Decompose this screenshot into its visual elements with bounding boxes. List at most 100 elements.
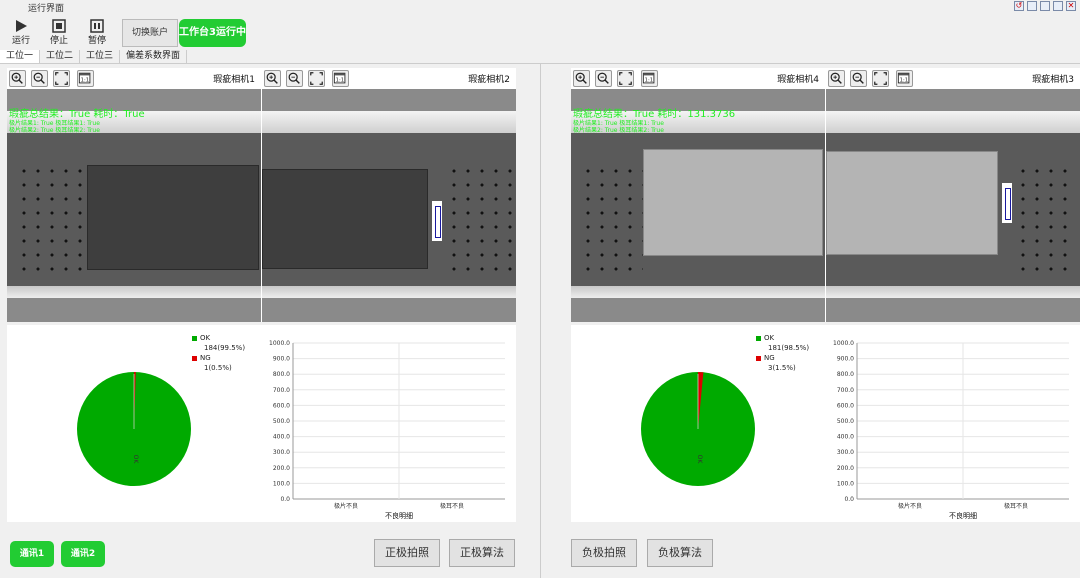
y-tick-label: 400.0	[273, 434, 290, 441]
svg-text:1:1: 1:1	[336, 78, 345, 84]
window-title: 运行界面	[28, 4, 65, 14]
y-tick-label: 1000.0	[269, 340, 290, 347]
y-tick-label: 100.0	[837, 480, 854, 487]
y-tick-label: 100.0	[273, 480, 290, 487]
tab-station-3[interactable]: 工位三	[80, 50, 121, 63]
y-tick-label: 300.0	[273, 449, 290, 456]
y-tick-label: 700.0	[273, 387, 290, 394]
status-badge: 工作台3运行中	[179, 19, 246, 47]
title-bar: 运行界面 ↺ ✕	[0, 0, 1080, 14]
camera-view-2: 1:1 瑕疵相机2	[262, 68, 516, 322]
pause-button[interactable]: 暂停	[79, 17, 115, 49]
fit-icon[interactable]	[872, 70, 889, 87]
camera-view-3: 1:1 瑕疵相机3	[826, 68, 1080, 322]
y-tick-label: 1000.0	[833, 340, 854, 347]
pie-center-label: OK	[132, 455, 139, 465]
x-tick-label: 极耳不良	[440, 502, 464, 510]
run-label: 运行	[11, 36, 30, 46]
stats-panel-left: OK184(99.5%) NG1(0.5%) OK 0.0 100.0 200.0 3…	[7, 325, 516, 522]
overlay-result-2: 极片结果2: True 极耳结果2: True	[573, 127, 664, 134]
tab-station-2[interactable]: 工位二	[40, 50, 81, 63]
restore-icon[interactable]: ↺	[1014, 1, 1024, 11]
zoom-out-icon[interactable]	[850, 70, 867, 87]
y-tick-label: 900.0	[273, 356, 290, 363]
overlay-total: 瑕疵总结果：True 耗时：131.3736	[573, 109, 736, 120]
panel-divider	[540, 64, 541, 578]
zoom-in-icon[interactable]	[9, 70, 26, 87]
yield-pie-right: OK181(98.5%) NG3(1.5%) OK	[571, 325, 825, 522]
save-icon[interactable]	[1027, 1, 1037, 11]
x-tick-label: 极耳不良	[1004, 502, 1028, 510]
zoom-in-icon[interactable]	[573, 70, 590, 87]
y-tick-label: 700.0	[837, 387, 854, 394]
fit-icon[interactable]	[53, 70, 70, 87]
camera-name: 瑕疵相机1	[213, 75, 255, 85]
camera-name: 瑕疵相机4	[777, 75, 819, 85]
stats-panel-right: OK181(98.5%) NG3(1.5%) OK 0.0 100.0 200.0 3…	[571, 325, 1080, 522]
y-tick-label: 600.0	[837, 402, 854, 409]
overlay-result-1: 极片结果1: True 极耳结果1: True	[573, 120, 664, 127]
run-button[interactable]: 运行	[3, 17, 39, 49]
yield-pie-left: OK184(99.5%) NG1(0.5%) OK	[7, 325, 261, 522]
y-tick-label: 800.0	[273, 371, 290, 378]
zoom-in-icon[interactable]	[828, 70, 845, 87]
close-icon[interactable]: ✕	[1066, 1, 1076, 11]
camera-view-1: 1:1 瑕疵相机1 瑕疵总结果：True 耗时：True 极片结果1: True…	[7, 68, 261, 322]
camera-name: 瑕疵相机3	[1032, 75, 1074, 85]
zoom-out-icon[interactable]	[286, 70, 303, 87]
bar-chart: 0.0 100.0 200.0 300.0 400.0 500.0 600.0 700.0 80…	[833, 340, 1069, 520]
zoom-out-icon[interactable]	[31, 70, 48, 87]
y-tick-label: 600.0	[273, 402, 290, 409]
actual-size-icon[interactable]: 1:1	[641, 70, 658, 87]
y-tick-label: 0.0	[844, 496, 854, 503]
camera-header: 1:1 瑕疵相机3	[826, 68, 1080, 89]
camera-panel-right: 1:1 瑕疵相机4 瑕疵总结果：True 耗时：131.3736 极片结果1: …	[571, 68, 1080, 322]
actual-size-icon[interactable]: 1:1	[896, 70, 913, 87]
inspection-overlay: 瑕疵总结果：True 耗时：True 极片结果1: True 极耳结果1: Tr…	[9, 109, 145, 135]
y-tick-label: 300.0	[837, 449, 854, 456]
comm2-button[interactable]: 通讯2	[61, 541, 105, 567]
bar-chart: 0.0 100.0 200.0 300.0 400.0 500.0 600.0 700.0 80…	[269, 340, 505, 520]
camera-header: 1:1 瑕疵相机2	[262, 68, 516, 89]
y-tick-label: 500.0	[273, 418, 290, 425]
station-tabs: 工位一 工位二 工位三 偏差系数界面	[0, 50, 188, 63]
stop-icon	[52, 19, 66, 33]
maximize-icon[interactable]	[1053, 1, 1063, 11]
actual-size-icon[interactable]: 1:1	[77, 70, 94, 87]
positive-algorithm-button[interactable]: 正极算法	[449, 539, 515, 567]
comm1-button[interactable]: 通讯1	[10, 541, 54, 567]
fit-icon[interactable]	[617, 70, 634, 87]
tab-deviation[interactable]: 偏差系数界面	[120, 50, 188, 63]
camera-image: 瑕疵总结果：True 耗时：True 极片结果1: True 极耳结果1: Tr…	[7, 89, 261, 322]
negative-algorithm-button[interactable]: 负极算法	[647, 539, 713, 567]
tab-station-1[interactable]: 工位一	[0, 50, 41, 63]
minimize-icon[interactable]	[1040, 1, 1050, 11]
y-tick-label: 900.0	[837, 356, 854, 363]
y-tick-label: 800.0	[837, 371, 854, 378]
overlay-total: 瑕疵总结果：True 耗时：True	[9, 109, 145, 120]
positive-photo-button[interactable]: 正极拍照	[374, 539, 440, 567]
svg-text:1:1: 1:1	[900, 78, 909, 84]
pie-center-label: OK	[696, 455, 703, 465]
y-tick-label: 200.0	[273, 465, 290, 472]
x-tick-label: 极片不良	[334, 502, 358, 510]
camera-image: 瑕疵总结果：True 耗时：131.3736 极片结果1: True 极耳结果1…	[571, 89, 825, 322]
switch-user-button[interactable]: 切换账户	[122, 19, 178, 47]
camera-view-4: 1:1 瑕疵相机4 瑕疵总结果：True 耗时：131.3736 极片结果1: …	[571, 68, 825, 322]
pie-chart: OK	[641, 372, 755, 486]
camera-image	[262, 89, 516, 322]
camera-name: 瑕疵相机2	[468, 75, 510, 85]
zoom-in-icon[interactable]	[264, 70, 281, 87]
camera-header: 1:1 瑕疵相机1	[7, 68, 261, 89]
toolbar: 运行 停止 暂停 切换账户 工作台3运行中	[0, 14, 1080, 50]
y-tick-label: 0.0	[280, 496, 290, 503]
actual-size-icon[interactable]: 1:1	[332, 70, 349, 87]
y-tick-label: 500.0	[837, 418, 854, 425]
fit-icon[interactable]	[308, 70, 325, 87]
pie-chart: OK	[77, 372, 191, 486]
zoom-out-icon[interactable]	[595, 70, 612, 87]
stop-button[interactable]: 停止	[41, 17, 77, 49]
negative-photo-button[interactable]: 负极拍照	[571, 539, 637, 567]
stop-label: 停止	[49, 36, 68, 46]
svg-text:1:1: 1:1	[645, 78, 654, 84]
